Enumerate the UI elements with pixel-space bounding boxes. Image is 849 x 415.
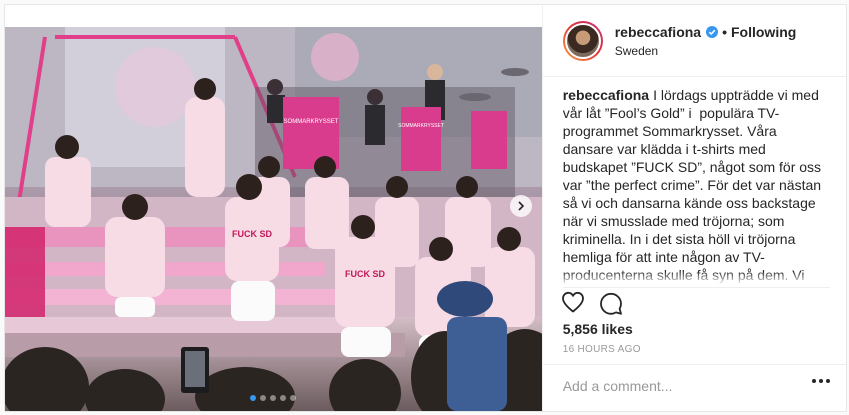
chevron-right-icon <box>518 201 524 211</box>
comment-button[interactable] <box>599 291 623 315</box>
header-line: rebeccafiona • Following <box>615 24 797 40</box>
divider <box>562 287 830 288</box>
username-link[interactable]: rebeccafiona <box>615 24 701 40</box>
like-button[interactable] <box>561 291 585 315</box>
carousel-next-button[interactable] <box>509 195 532 217</box>
carousel-dot[interactable] <box>280 395 287 401</box>
post-caption: rebeccafiona I lördags uppträdde vi med v… <box>562 86 831 285</box>
separator-dot: • <box>722 23 727 40</box>
carousel-dot[interactable] <box>260 395 267 401</box>
carousel-indicator <box>5 395 542 401</box>
caption-fade <box>562 271 831 285</box>
add-comment-input[interactable] <box>562 378 763 394</box>
post-photo[interactable]: SOMMARKRYSSET SOMMARKRYSSET FUCK SD FUCK… <box>5 27 542 411</box>
shirt-slogan: FUCK SD <box>232 229 272 239</box>
concert-stage-illustration: SOMMARKRYSSET SOMMARKRYSSET FUCK SD FUCK… <box>5 27 542 411</box>
heart-icon <box>561 291 584 313</box>
caption-username[interactable]: rebeccafiona <box>563 87 649 103</box>
comment-icon <box>599 292 622 315</box>
carousel-dot[interactable] <box>250 395 257 401</box>
action-bar <box>561 291 623 315</box>
likes-count[interactable]: 5,856 likes <box>563 321 633 337</box>
shirt-slogan: FUCK SD <box>345 269 385 279</box>
header-text: rebeccafiona • Following Sweden <box>615 24 797 58</box>
stage-sign-text: SOMMARKRYSSET <box>398 123 444 129</box>
instagram-post: SOMMARKRYSSET SOMMARKRYSSET FUCK SD FUCK… <box>4 4 847 413</box>
caption-text: I lördags uppträdde vi med vår låt ”Fool… <box>562 87 822 283</box>
divider <box>542 364 846 365</box>
avatar-image <box>564 22 601 59</box>
verified-badge-icon <box>706 25 719 38</box>
carousel-dot[interactable] <box>290 395 297 401</box>
post-side-panel: rebeccafiona • Following Sweden rebeccaf… <box>541 5 846 413</box>
post-header: rebeccafiona • Following Sweden <box>542 5 846 77</box>
stage-sign-text: SOMMARKRYSSET <box>284 119 339 125</box>
following-button[interactable]: Following <box>731 24 796 40</box>
post-timestamp[interactable]: 16 HOURS AGO <box>563 344 641 355</box>
avatar[interactable] <box>562 20 603 61</box>
more-options-icon[interactable] <box>812 379 830 383</box>
location-link[interactable]: Sweden <box>615 44 797 58</box>
carousel-dot[interactable] <box>270 395 277 401</box>
